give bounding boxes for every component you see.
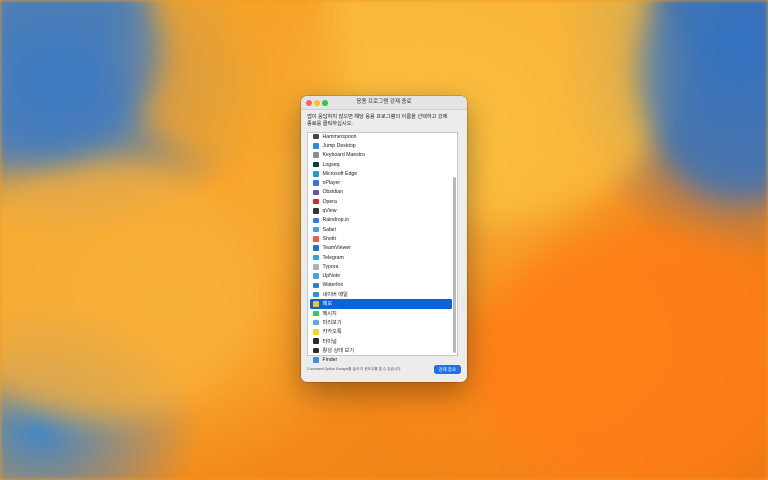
app-list-item[interactable]: Obsidian	[310, 188, 452, 197]
force-quit-button[interactable]: 강제 종료	[433, 365, 461, 374]
nplayer-icon	[313, 180, 319, 186]
opera-icon	[313, 198, 319, 205]
app-list-item[interactable]: Logseq	[310, 160, 452, 169]
naver-mail-icon	[313, 291, 319, 298]
app-list-item[interactable]: Hammerspoon	[310, 132, 452, 141]
app-name-label: Finder	[322, 356, 338, 363]
app-name-label: 미리보기	[322, 320, 342, 327]
force-quit-window: 응용 프로그램 강제 종료 앱이 응답하지 않으면 해당 응용 프로그램의 이름…	[301, 96, 467, 382]
app-list-item[interactable]: Opera	[310, 197, 452, 206]
title-bar: 응용 프로그램 강제 종료	[301, 96, 467, 110]
waterfox-icon	[313, 282, 319, 289]
finder-icon	[313, 357, 319, 363]
app-name-label: 메모	[322, 301, 333, 308]
instructions-text: 앱이 응답하지 않으면 해당 응용 프로그램의 이름을 선택하고 강제 종료를 …	[307, 114, 461, 128]
app-list-item[interactable]: 활성 상태 보기	[310, 346, 452, 355]
app-list-item[interactable]: 메모	[310, 299, 452, 309]
app-name-label: Jump Desktop	[322, 142, 356, 149]
typora-icon	[313, 264, 319, 270]
edge-icon	[313, 171, 319, 177]
app-name-label: TeamViewer	[322, 245, 351, 252]
app-name-label: 네이버 메일	[322, 292, 348, 299]
safari-icon	[313, 226, 319, 233]
app-list-item[interactable]: Finder	[310, 355, 452, 364]
jump-desktop-icon	[313, 143, 319, 149]
wallpaper-swirl	[0, 160, 260, 420]
shortcut-hint: Command Option Escape를 눌러 이 윈도우를 열 수 있습니…	[307, 367, 402, 371]
app-list-item[interactable]: Jump Desktop	[310, 141, 452, 150]
app-name-label: 활성 상태 보기	[322, 347, 355, 354]
shottr-icon	[313, 236, 319, 242]
preview-icon	[313, 319, 319, 326]
telegram-icon	[313, 254, 319, 261]
wallpaper-swirl	[0, 0, 160, 160]
app-list-item[interactable]: 메시지	[310, 309, 452, 318]
app-list-item[interactable]: Typora	[310, 262, 452, 271]
kakaotalk-icon	[313, 329, 319, 335]
instructions-line: 앱이 응답하지 않으면 해당 응용 프로그램의 이름을 선택하고 강제	[307, 114, 448, 120]
app-list-item[interactable]: Shottr	[310, 234, 452, 243]
app-name-label: Safari	[322, 226, 337, 233]
app-list-item[interactable]: nPlayer	[310, 178, 452, 187]
app-name-label: Opera	[322, 198, 337, 205]
app-name-label: Microsoft Edge	[322, 170, 358, 177]
teamviewer-icon	[313, 245, 319, 251]
wallpaper-swirl	[480, 230, 768, 480]
hammerspoon-icon	[313, 133, 319, 140]
app-name-label: UpNote	[322, 273, 341, 280]
activity-monitor-icon	[313, 347, 319, 354]
logseq-icon	[313, 161, 319, 168]
app-list-item[interactable]: 미리보기	[310, 318, 452, 327]
app-list-item[interactable]: TeamViewer	[310, 244, 452, 253]
instructions-line: 종료를 클릭하십시오.	[307, 121, 353, 127]
app-list-item[interactable]: 카카오톡	[310, 327, 452, 336]
upnote-icon	[313, 273, 319, 279]
app-list-item[interactable]: Safari	[310, 225, 452, 234]
app-name-label: Hammerspoon	[322, 133, 357, 140]
obsidian-icon	[313, 189, 319, 196]
app-name-label: Telegram	[322, 254, 344, 261]
app-name-label: Waterfox	[322, 282, 344, 289]
app-name-label: Obsidian	[322, 189, 343, 196]
app-name-label: nPlayer	[322, 180, 341, 187]
wallpaper-swirl	[640, 0, 768, 200]
app-list-item[interactable]: 터미널	[310, 337, 452, 346]
app-name-label: Raindrop.io	[322, 217, 350, 224]
app-list[interactable]: Hammerspoon Jump Desktop Keyboard Maestro L…	[307, 132, 458, 363]
app-name-label: qView	[322, 208, 337, 215]
keyboard-maestro-icon	[313, 152, 319, 158]
app-list-item[interactable]: Waterfox	[310, 281, 452, 290]
app-list-item[interactable]: Raindrop.io	[310, 216, 452, 225]
app-name-label: 카카오톡	[322, 329, 342, 336]
terminal-icon	[313, 338, 319, 344]
app-list-item[interactable]: qView	[310, 206, 452, 215]
app-list-item[interactable]: Telegram	[310, 253, 452, 262]
messages-icon	[313, 310, 319, 317]
app-name-label: 메시지	[322, 310, 337, 317]
app-list-item[interactable]: 네이버 메일	[310, 290, 452, 299]
raindrop-icon	[313, 217, 319, 224]
app-list-item[interactable]: UpNote	[310, 271, 452, 280]
app-name-label: Logseq	[322, 161, 340, 168]
app-name-label: 터미널	[322, 338, 337, 345]
app-list-item[interactable]: Microsoft Edge	[310, 169, 452, 178]
notes-icon	[313, 301, 319, 307]
list-scrollbar[interactable]	[453, 177, 456, 353]
app-name-label: Typora	[322, 263, 339, 270]
app-list-item[interactable]: Keyboard Maestro	[310, 151, 452, 160]
qview-icon	[313, 208, 319, 214]
app-name-label: Shottr	[322, 235, 337, 242]
window-title: 응용 프로그램 강제 종료	[356, 99, 412, 105]
app-list-items: Hammerspoon Jump Desktop Keyboard Maestro L…	[310, 132, 452, 364]
app-name-label: Keyboard Maestro	[322, 152, 365, 159]
window-footer: Command Option Escape를 눌러 이 윈도우를 열 수 있습니…	[307, 365, 461, 375]
